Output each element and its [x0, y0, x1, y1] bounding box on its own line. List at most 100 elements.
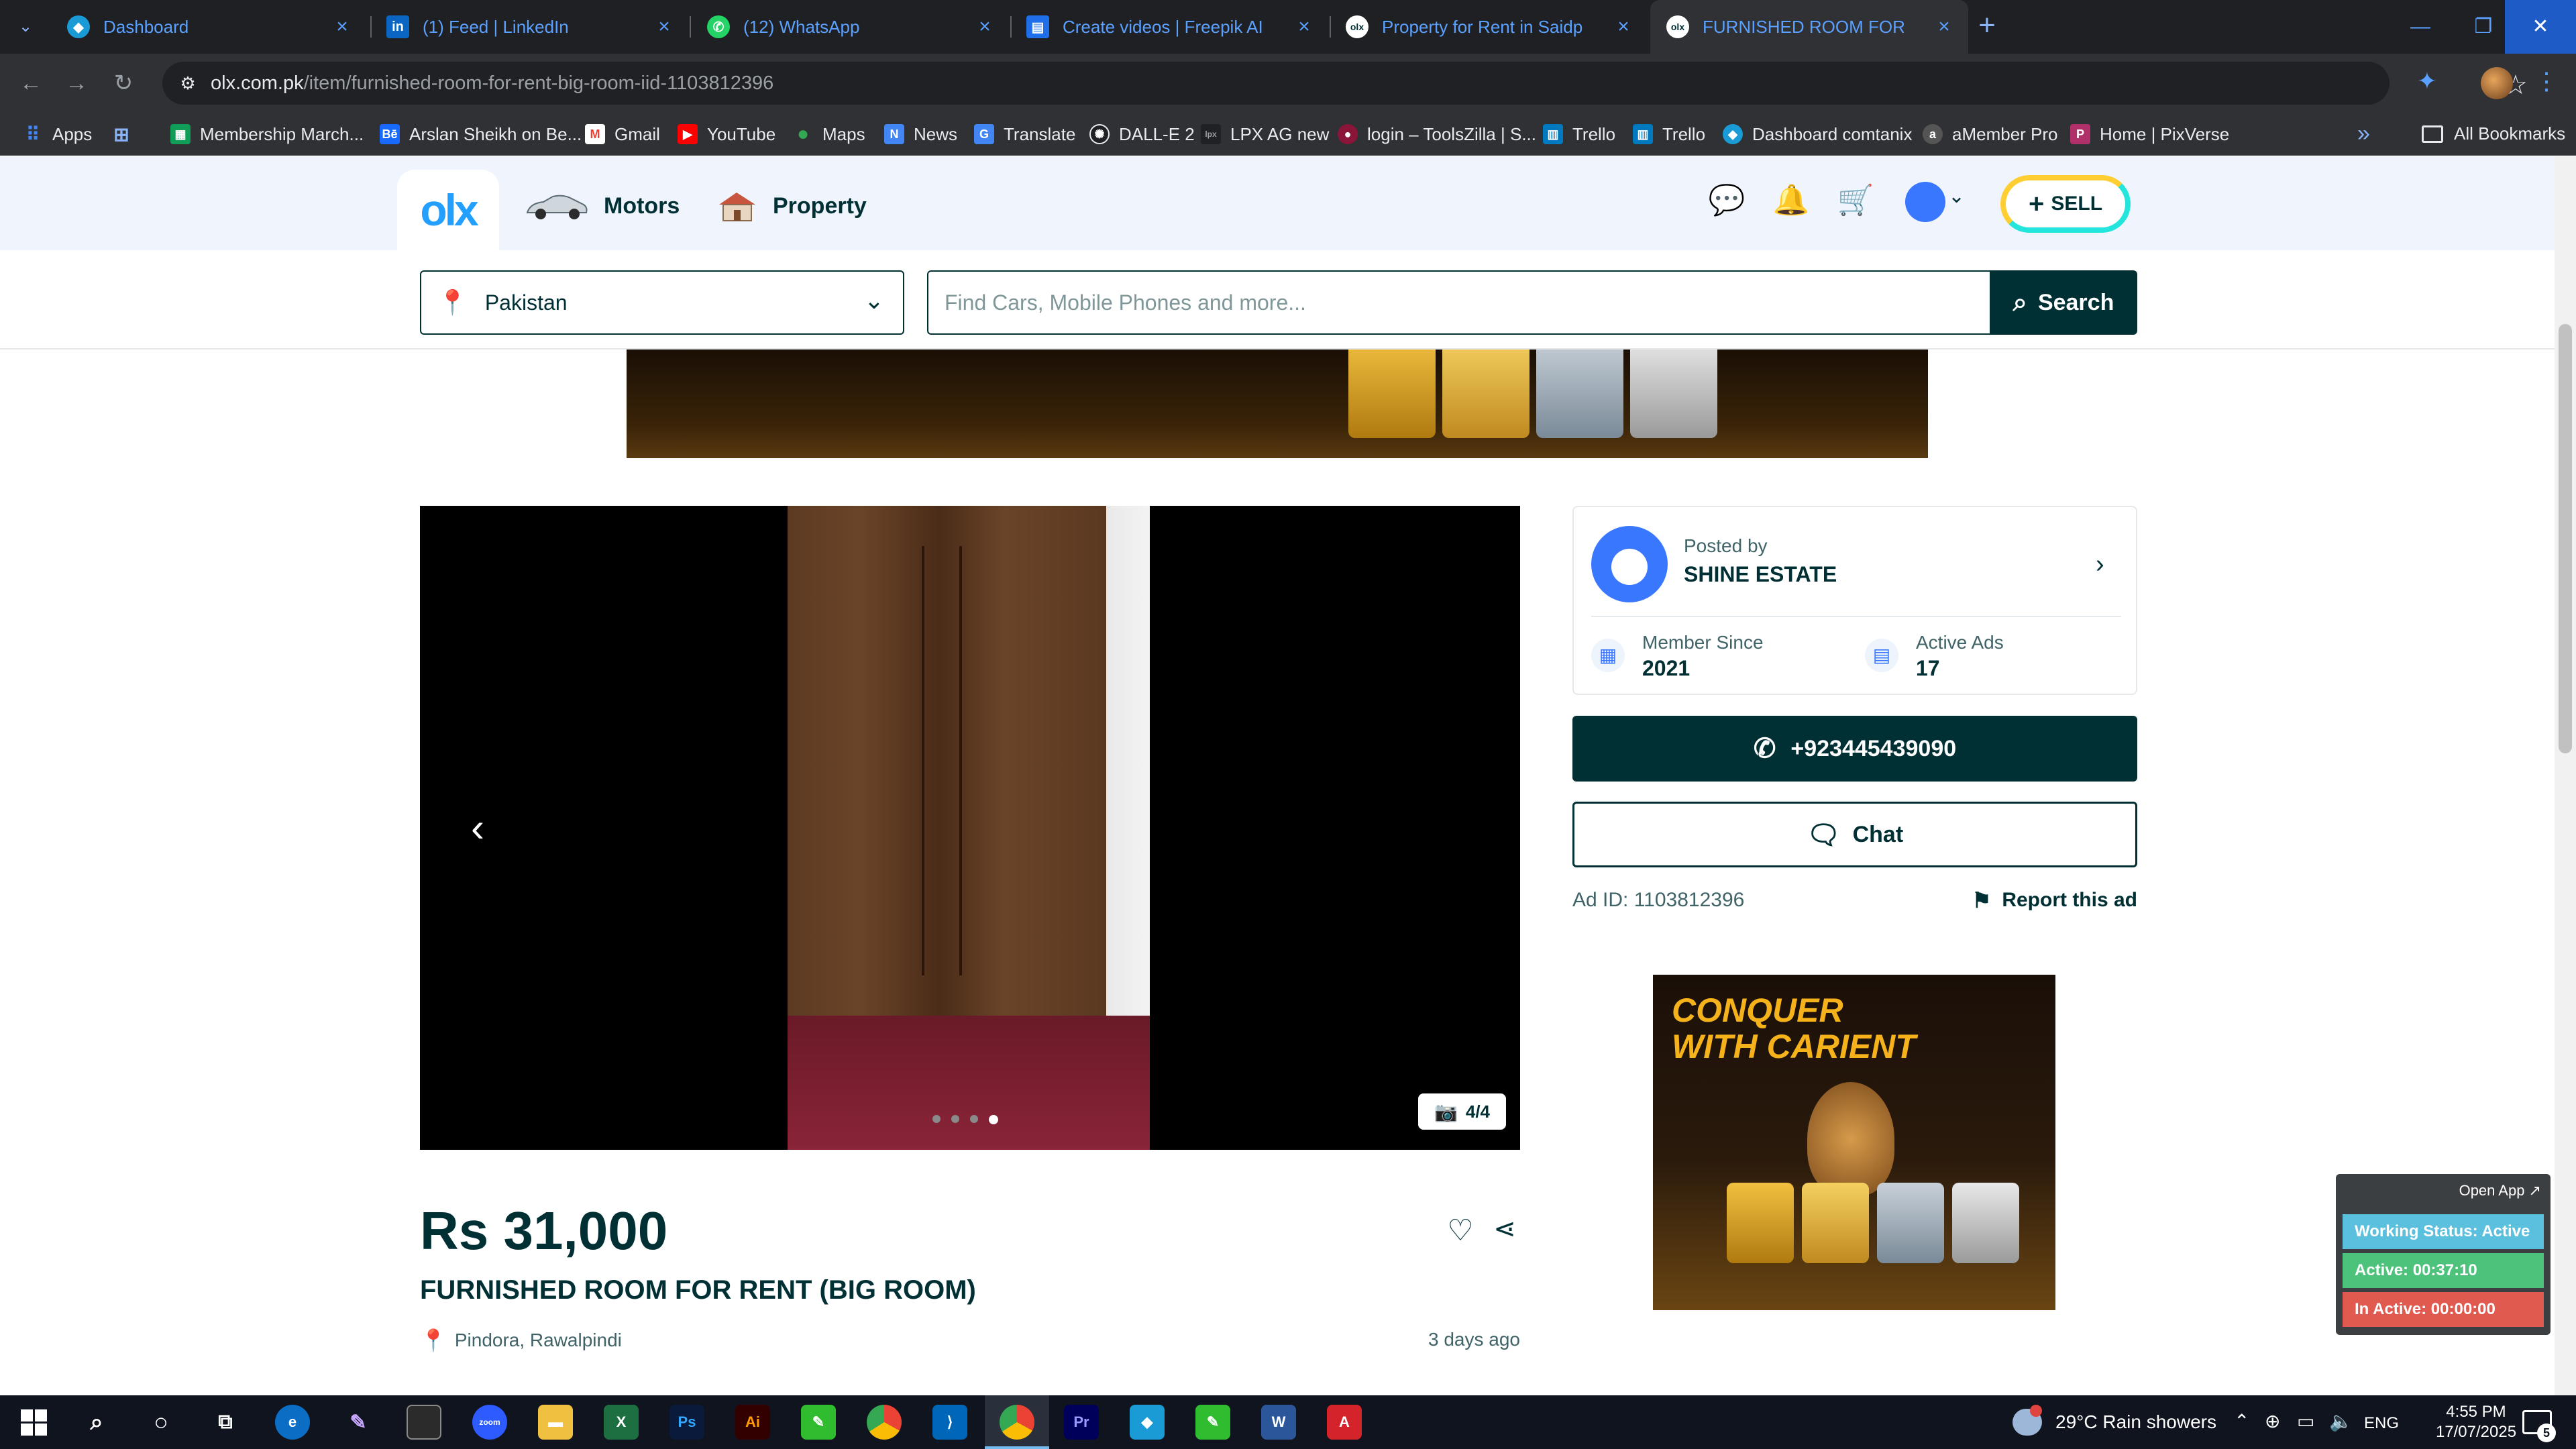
close-tab-icon[interactable]: ×	[330, 15, 354, 39]
bookmark-comtanix[interactable]: ◆ Dashboard comtanix	[1723, 121, 1912, 148]
more-bookmarks-chevron-icon[interactable]: »	[2357, 121, 2370, 147]
chevron-right-icon[interactable]: ›	[2096, 550, 2104, 579]
meet-now-icon[interactable]: ⊕	[2265, 1410, 2280, 1432]
tab-linkedin[interactable]: in (1) Feed | LinkedIn ×	[370, 0, 688, 54]
cortana-icon[interactable]: ○	[144, 1405, 178, 1440]
search-icon[interactable]: ⌕	[79, 1405, 114, 1440]
tab-dashboard[interactable]: ◆ Dashboard ×	[51, 0, 366, 54]
photoshop-icon[interactable]: Ps	[669, 1405, 704, 1440]
close-window-button[interactable]: ✕	[2505, 0, 2576, 54]
tab-freepik[interactable]: ▤ Create videos | Freepik AI ×	[1010, 0, 1328, 54]
notifications-bell-icon[interactable]: 🔔	[1771, 180, 1811, 221]
call-button[interactable]: ✆ +923445439090	[1572, 716, 2137, 782]
extensions-puzzle-icon[interactable]: ✦	[2411, 67, 2443, 99]
new-tab-button[interactable]: +	[1972, 11, 2002, 42]
chrome-active-taskbar-item[interactable]	[985, 1395, 1049, 1449]
category-motors[interactable]: Motors	[523, 190, 680, 222]
gallery-dot[interactable]	[932, 1115, 941, 1123]
site-info-icon[interactable]: ⚙	[176, 71, 200, 95]
illustrator-icon[interactable]: Ai	[735, 1405, 770, 1440]
close-tab-icon[interactable]: ×	[1292, 15, 1316, 39]
bookmark-translate[interactable]: G Translate	[974, 121, 1075, 148]
search-input[interactable]	[927, 270, 1990, 335]
location-select[interactable]: 📍 Pakistan ⌄	[420, 270, 904, 335]
bookmark-trello-2[interactable]: ▥ Trello	[1633, 121, 1705, 148]
task-view-icon[interactable]: ⧉	[208, 1405, 243, 1440]
bookmark-grid[interactable]: ⊞	[111, 121, 141, 148]
language-indicator[interactable]: ENG	[2364, 1414, 2399, 1433]
image-gallery[interactable]: ‹ 📷 4/4	[420, 506, 1520, 1150]
bookmark-apps[interactable]: ⠿ Apps	[23, 121, 93, 148]
network-icon[interactable]: ▭	[2297, 1410, 2314, 1432]
bookmark-toolszilla[interactable]: ● login – ToolsZilla | S...	[1338, 121, 1536, 148]
scrollbar-thumb[interactable]	[2559, 324, 2572, 753]
side-banner-ad[interactable]: CONQUER WITH CARIENT	[1653, 975, 2055, 1310]
system-clock[interactable]: 4:55 PM 17/07/2025	[2432, 1402, 2520, 1442]
profile-avatar[interactable]	[2481, 67, 2513, 99]
close-tab-icon[interactable]: ×	[1611, 15, 1635, 39]
user-avatar[interactable]	[1905, 182, 1945, 222]
search-button[interactable]: ⌕ Search	[1990, 270, 2137, 335]
bookmark-pixverse[interactable]: P Home | PixVerse	[2070, 121, 2229, 148]
bookmark-maps[interactable]: ● Maps	[793, 121, 865, 148]
chat-icon[interactable]: 💬	[1707, 180, 1747, 221]
zoom-icon[interactable]: zoom	[472, 1405, 507, 1440]
sell-button[interactable]: + SELL	[2000, 175, 2131, 233]
forward-button[interactable]: →	[60, 67, 93, 99]
file-explorer-icon[interactable]: ▬	[538, 1405, 573, 1440]
gallery-dot[interactable]	[951, 1115, 959, 1123]
bookmark-trello[interactable]: ▥ Trello	[1543, 121, 1615, 148]
share-icon[interactable]: ⋖	[1488, 1214, 1521, 1247]
tab-olx-listing-active[interactable]: olx FURNISHED ROOM FOR RENT (BIG ROOM) ×	[1650, 0, 1968, 54]
chat-button[interactable]: 🗨 Chat	[1572, 802, 2137, 867]
url-text[interactable]: olx.com.pk/item/furnished-room-for-rent-…	[211, 72, 773, 95]
gallery-dot[interactable]	[989, 1115, 998, 1124]
excel-icon[interactable]: X	[604, 1405, 639, 1440]
volume-icon[interactable]: 🔈	[2329, 1410, 2353, 1432]
seller-card[interactable]: Posted by SHINE ESTATE › ▦ Member Since …	[1572, 506, 2137, 695]
terminal-icon[interactable]	[407, 1405, 441, 1440]
vscode-icon[interactable]: ⟩	[932, 1405, 967, 1440]
browser-menu-icon[interactable]: ⋮	[2534, 67, 2559, 99]
open-app-link[interactable]: Open App ↗	[2459, 1182, 2541, 1199]
bookmark-youtube[interactable]: ▶ YouTube	[678, 121, 775, 148]
back-button[interactable]: ←	[15, 67, 47, 99]
cart-icon[interactable]: 🛒	[1835, 180, 1876, 221]
premiere-icon[interactable]: Pr	[1064, 1405, 1099, 1440]
top-banner-ad[interactable]	[627, 350, 1928, 458]
category-property[interactable]: Property	[716, 190, 867, 222]
bookmark-lpx[interactable]: lpx LPX AG new	[1201, 121, 1329, 148]
bookmark-news[interactable]: N News	[884, 121, 957, 148]
reload-button[interactable]: ↻	[107, 67, 140, 99]
acrobat-icon[interactable]: A	[1327, 1405, 1362, 1440]
word-icon[interactable]: W	[1261, 1405, 1296, 1440]
bookmark-gmail[interactable]: M Gmail	[585, 121, 660, 148]
address-bar[interactable]: ⚙ olx.com.pk/item/furnished-room-for-ren…	[162, 62, 2528, 105]
close-tab-icon[interactable]: ×	[652, 15, 676, 39]
favorite-heart-icon[interactable]: ♡	[1444, 1214, 1477, 1247]
chrome-icon[interactable]	[867, 1405, 902, 1440]
gallery-prev-chevron-icon[interactable]: ‹	[458, 801, 498, 855]
bookmark-amember[interactable]: a aMember Pro	[1923, 121, 2058, 148]
start-button[interactable]	[16, 1405, 51, 1440]
edge-icon[interactable]: e	[275, 1405, 310, 1440]
tab-search-chevron-icon[interactable]: ⌄	[13, 15, 38, 39]
chevron-up-icon[interactable]: ⌃	[2234, 1410, 2249, 1432]
all-bookmarks-button[interactable]: All Bookmarks	[2422, 123, 2565, 144]
page-scrollbar[interactable]	[2555, 156, 2576, 1395]
bookmark-dalle[interactable]: ✺ DALL-E 2	[1089, 121, 1195, 148]
olx-logo-link[interactable]: olx	[397, 170, 499, 250]
green-app-icon[interactable]: ✎	[1195, 1405, 1230, 1440]
tab-olx-property[interactable]: olx Property for Rent in Saidpur Road ×	[1330, 0, 1648, 54]
pen-tool-icon[interactable]: ✎	[341, 1405, 376, 1440]
gallery-dot[interactable]	[970, 1115, 978, 1123]
tab-whatsapp[interactable]: ✆ (12) WhatsApp ×	[691, 0, 1009, 54]
close-tab-icon[interactable]: ×	[1932, 15, 1956, 39]
bookmark-behance[interactable]: Bē Arslan Sheikh on Be...	[380, 121, 582, 148]
weather-text[interactable]: 29°C Rain showers	[2055, 1411, 2216, 1433]
close-tab-icon[interactable]: ×	[973, 15, 997, 39]
bookmark-membership[interactable]: ▦ Membership March...	[170, 121, 364, 148]
chevron-down-icon[interactable]: ⌄	[1948, 184, 1965, 208]
green-app-icon[interactable]: ✎	[801, 1405, 836, 1440]
comtanix-app-icon[interactable]: ◆	[1130, 1405, 1165, 1440]
